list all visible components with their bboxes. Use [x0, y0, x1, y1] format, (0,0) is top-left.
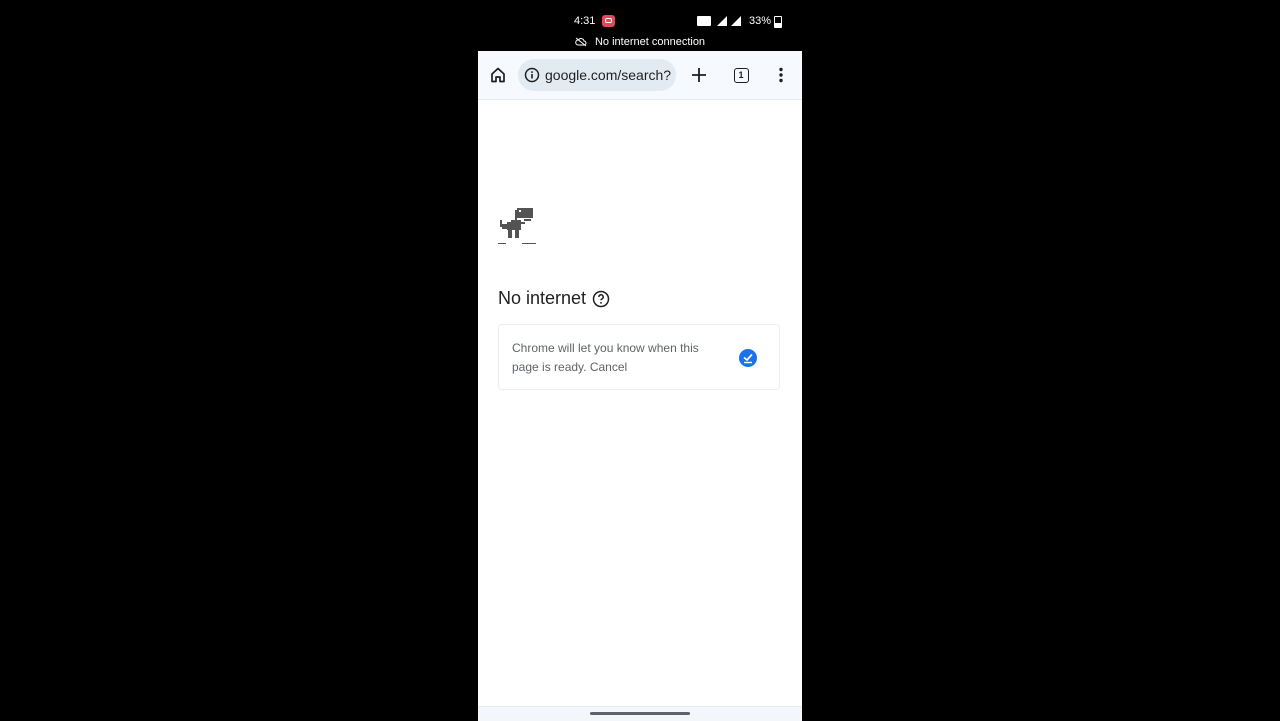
cancel-link[interactable]: Cancel [590, 360, 627, 374]
tab-switcher-button[interactable]: 1 [729, 63, 753, 87]
download-check-icon [739, 349, 757, 367]
network-notice: No internet connection [478, 36, 802, 51]
home-gesture-handle[interactable] [590, 712, 690, 715]
tab-switcher-icon: 1 [733, 67, 749, 83]
auto-reload-card: Chrome will let you know when this page … [498, 324, 780, 390]
signal-icon-2 [731, 16, 741, 26]
screen-record-icon [602, 15, 615, 27]
page-title-text: No internet [498, 288, 587, 308]
more-menu-button[interactable] [769, 63, 793, 87]
page-title: No internet [498, 288, 610, 309]
page-content: No internet Chrome will let you know whe… [478, 100, 802, 706]
new-tab-button[interactable] [687, 63, 711, 87]
battery-level: 33% [749, 15, 772, 27]
info-icon[interactable] [524, 67, 540, 83]
browser-toolbar: google.com/search? 1 [478, 51, 802, 100]
url-text[interactable]: google.com/search? [545, 67, 672, 83]
plus-icon [692, 68, 706, 82]
home-icon [491, 67, 505, 83]
more-vert-icon [779, 67, 783, 83]
volte-icon [697, 16, 711, 26]
dino-icon[interactable] [498, 208, 536, 246]
gesture-nav-bar [478, 706, 802, 721]
phone-screen: 4:31 33% No internet connection google.c… [478, 0, 802, 721]
status-bar: 4:31 33% [478, 0, 802, 36]
home-button[interactable] [486, 63, 510, 87]
address-bar[interactable]: google.com/search? [518, 59, 676, 91]
network-notice-text: No internet connection [594, 36, 706, 48]
signal-icon [717, 16, 727, 26]
status-time: 4:31 [574, 15, 596, 27]
help-icon[interactable] [592, 290, 610, 308]
card-message: Chrome will let you know when this page … [512, 339, 702, 377]
battery-icon [774, 16, 782, 28]
cloud-off-icon [575, 37, 587, 47]
